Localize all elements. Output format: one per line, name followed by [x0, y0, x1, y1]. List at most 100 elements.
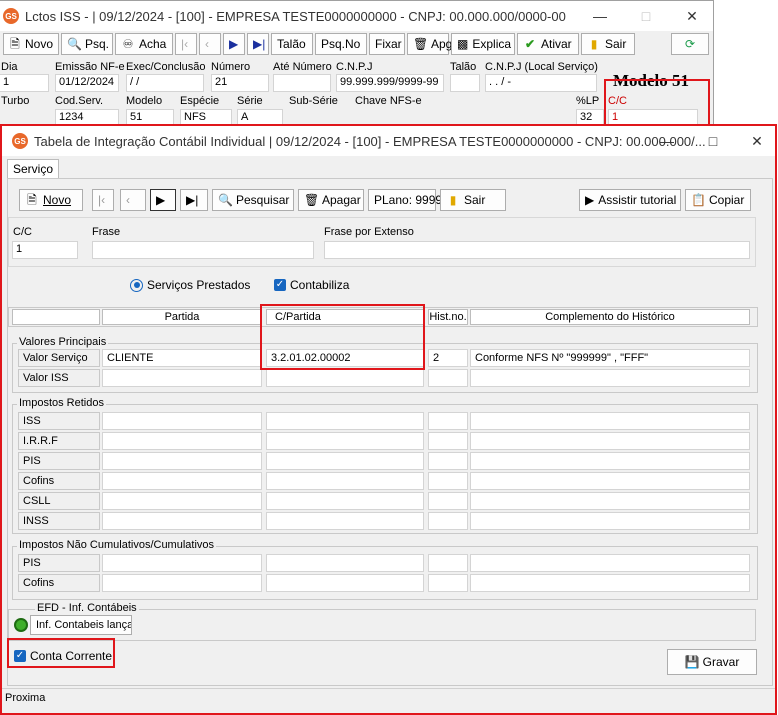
first-record-button[interactable]: |‹	[92, 189, 114, 211]
apagar-button[interactable]: 🗑 Apagar	[298, 189, 364, 211]
cc-field[interactable]: 1	[12, 241, 78, 259]
talao-label: Talão	[450, 61, 477, 73]
assistir-tutorial-button[interactable]: ▶ Assistir tutorial	[579, 189, 681, 211]
retido-csll-hist[interactable]	[428, 492, 468, 510]
first-record-button[interactable]: |‹	[175, 33, 197, 55]
cumulativo-pis-cpartida[interactable]	[266, 554, 424, 572]
retido-iss-cpartida[interactable]	[266, 412, 424, 430]
refresh-button[interactable]: ⟳	[671, 33, 709, 55]
retido-cofins-partida[interactable]	[102, 472, 262, 490]
retido-csll-cpartida[interactable]	[266, 492, 424, 510]
integration-window-title: Tabela de Integração Contábil Individual…	[34, 133, 706, 149]
valor-iss-complemento[interactable]	[470, 369, 750, 387]
retido-i-r-r-f-cpartida[interactable]	[266, 432, 424, 450]
retido-pis-partida[interactable]	[102, 452, 262, 470]
retido-iss-hist[interactable]	[428, 412, 468, 430]
novo-button[interactable]: 🗎 Novo	[19, 189, 83, 211]
retido-pis-complemento[interactable]	[470, 452, 750, 470]
psq-button[interactable]: 🔍 Psq.	[61, 33, 113, 55]
retido-csll-complemento[interactable]	[470, 492, 750, 510]
cnpj-field[interactable]: 99.999.999/9999-99	[336, 74, 444, 92]
retido-cofins-cpartida[interactable]	[266, 472, 424, 490]
talao-button[interactable]: Talão	[271, 33, 313, 55]
retido-inss-cpartida[interactable]	[266, 512, 424, 530]
close-button[interactable]: ✕	[734, 126, 778, 156]
sair-button[interactable]: ▮ Sair	[581, 33, 635, 55]
copiar-button[interactable]: 📋 Copiar	[685, 189, 751, 211]
retido-inss-hist[interactable]	[428, 512, 468, 530]
retido-inss-complemento[interactable]	[470, 512, 750, 530]
binoculars-icon: ♾	[122, 37, 134, 51]
gravar-button[interactable]: 💾 Gravar	[667, 649, 757, 675]
retido-iss-partida[interactable]	[102, 412, 262, 430]
cumulativo-pis-hist[interactable]	[428, 554, 468, 572]
exec-field[interactable]: / /	[126, 74, 204, 92]
cumulativo-pis-complemento[interactable]	[470, 554, 750, 572]
valor-iss-hist[interactable]	[428, 369, 468, 387]
retido-i-r-r-f-partida[interactable]	[102, 432, 262, 450]
retido-inss-partida[interactable]	[102, 512, 262, 530]
retido-iss-complemento[interactable]	[470, 412, 750, 430]
tab-servico[interactable]: Serviço	[7, 159, 60, 179]
dia-label: Dia	[1, 61, 18, 73]
valor-servico-partida[interactable]: CLIENTE	[102, 349, 262, 367]
servicos-prestados-radio[interactable]: Serviços Prestados	[130, 278, 250, 292]
valores-principais-title: Valores Principais	[17, 336, 109, 348]
next-record-button[interactable]: ▶	[150, 189, 176, 211]
frase-field[interactable]	[92, 241, 314, 259]
psqno-button[interactable]: Psq.No	[315, 33, 367, 55]
prev-record-button[interactable]: ‹	[199, 33, 221, 55]
frase-extenso-field[interactable]	[324, 241, 750, 259]
minimize-button[interactable]: —	[577, 1, 623, 31]
last-record-button[interactable]: ▶|	[247, 33, 269, 55]
last-record-button[interactable]: ▶|	[180, 189, 208, 211]
valor-iss-cpartida[interactable]	[266, 369, 424, 387]
talao-field[interactable]	[450, 74, 480, 92]
apg-button[interactable]: 🗑 Apg	[407, 33, 452, 55]
retido-cofins-complemento[interactable]	[470, 472, 750, 490]
cumulativo-cofins-cpartida[interactable]	[266, 574, 424, 592]
cnpj-local-field[interactable]: . . / -	[485, 74, 597, 92]
cumulativo-cofins-partida[interactable]	[102, 574, 262, 592]
sair-button[interactable]: ▮ Sair	[440, 189, 506, 211]
plano-button[interactable]: PLano: 9999	[368, 189, 442, 211]
fixar-button[interactable]: Fixar	[369, 33, 405, 55]
emissao-field[interactable]: 01/12/2024	[55, 74, 119, 92]
subserie-label: Sub-Série	[289, 95, 338, 107]
acha-button[interactable]: ♾ Acha	[115, 33, 173, 55]
valor-servico-hist[interactable]: 2	[428, 349, 468, 367]
next-record-button[interactable]: ▶	[223, 33, 245, 55]
retido-pis-hist[interactable]	[428, 452, 468, 470]
retido-cofins-hist[interactable]	[428, 472, 468, 490]
dia-field[interactable]: 1	[0, 74, 49, 92]
ativar-button[interactable]: ✔ Ativar	[517, 33, 579, 55]
retido-i-r-r-f-hist[interactable]	[428, 432, 468, 450]
contabiliza-checkbox[interactable]: ✓ Contabiliza	[274, 278, 349, 292]
search-icon: 🔍	[218, 193, 233, 207]
maximize-button[interactable]: □	[690, 126, 736, 156]
pesquisar-button[interactable]: 🔍 Pesquisar	[212, 189, 294, 211]
explica-button[interactable]: ▩ Explica	[451, 33, 515, 55]
conta-corrente-highlight-box	[7, 638, 115, 668]
prev-record-button[interactable]: ‹	[120, 189, 146, 211]
minimize-button[interactable]: —	[644, 126, 690, 156]
valor-servico-complemento[interactable]: Conforme NFS Nº "999999" , "FFF"	[470, 349, 750, 367]
cnpj-label: C.N.P.J	[336, 61, 373, 73]
exit-door-icon: ▮	[590, 37, 598, 51]
numero-field[interactable]: 21	[211, 74, 269, 92]
maximize-button[interactable]: □	[623, 1, 669, 31]
cumulativo-cofins-complemento[interactable]	[470, 574, 750, 592]
inf-contabeis-button[interactable]: Inf. Contabeis lançac	[30, 615, 132, 635]
cumulativo-pis-partida[interactable]	[102, 554, 262, 572]
retido-csll-partida[interactable]	[102, 492, 262, 510]
retido-pis-cpartida[interactable]	[266, 452, 424, 470]
back-toolbar: 🗎 Novo 🔍 Psq. ♾ Acha |‹ ‹ ▶ ▶| Talão Psq.No…	[3, 33, 709, 57]
novo-button[interactable]: 🗎 Novo	[3, 33, 59, 55]
ate-numero-field[interactable]	[273, 74, 331, 92]
valor-iss-partida[interactable]	[102, 369, 262, 387]
retido-cofins-label: Cofins	[18, 472, 100, 490]
cumulativo-cofins-hist[interactable]	[428, 574, 468, 592]
close-button[interactable]: ✕	[669, 1, 715, 31]
retido-inss-label: INSS	[18, 512, 100, 530]
retido-i-r-r-f-complemento[interactable]	[470, 432, 750, 450]
